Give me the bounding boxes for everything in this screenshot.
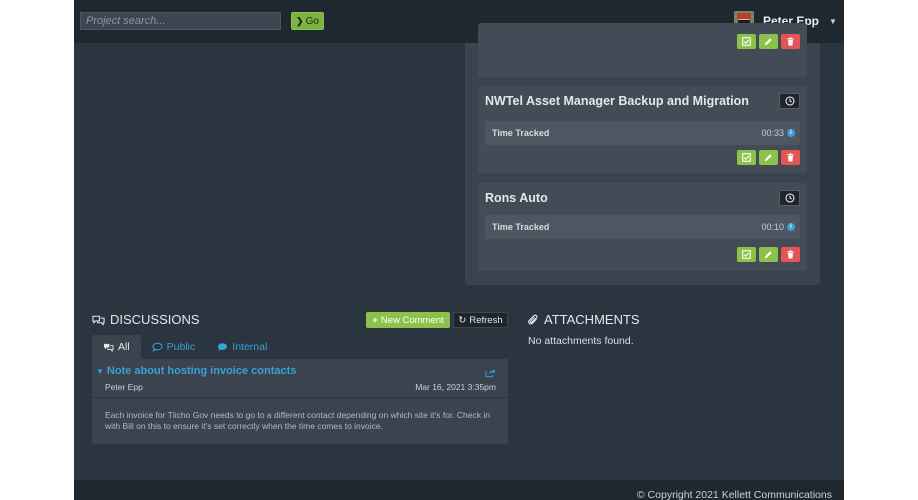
tab-public[interactable]: Public: [141, 335, 207, 359]
pencil-icon: [764, 38, 772, 46]
time-tracked-row: Time Tracked 00:33 i: [485, 121, 800, 145]
note-author: Peter Epp: [105, 382, 143, 392]
comment-outline-icon: [152, 342, 163, 352]
clock-icon: [784, 193, 795, 203]
caret-down-icon: ▼: [829, 16, 837, 26]
tab-all-label: All: [118, 341, 130, 353]
edit-button[interactable]: [759, 150, 778, 165]
checkbox-icon: [742, 250, 751, 259]
trash-icon: [787, 37, 794, 46]
note-body: Each invoice for Tlicho Gov needs to go …: [105, 410, 490, 431]
timer-card: [478, 23, 807, 77]
no-attachments-text: No attachments found.: [528, 335, 634, 347]
attachments-title: ATTACHMENTS: [544, 312, 640, 327]
edit-button[interactable]: [759, 34, 778, 49]
copyright-text: © Copyright 2021 Kellett Communications: [636, 489, 832, 500]
discussions-heading: DISCUSSIONS: [92, 312, 200, 327]
checkbox-icon: [742, 153, 751, 162]
timer-actions: [737, 150, 800, 165]
timer-start-button[interactable]: [779, 93, 800, 109]
new-comment-button[interactable]: + New Comment: [366, 312, 450, 328]
tab-internal[interactable]: Internal: [206, 335, 278, 359]
refresh-button[interactable]: ↻ Refresh: [453, 312, 508, 328]
plus-icon: +: [372, 314, 378, 326]
time-tracked-value: 00:10: [761, 222, 784, 232]
edit-button[interactable]: [759, 247, 778, 262]
chevron-right-icon: ❯: [296, 15, 304, 26]
time-tracked-value: 00:33: [761, 128, 784, 138]
go-button[interactable]: ❯ Go: [291, 12, 324, 30]
clock-icon: [784, 96, 795, 106]
delete-button[interactable]: [781, 247, 800, 262]
footer: © Copyright 2021 Kellett Communications: [74, 480, 844, 500]
discussion-tabs: All Public Internal: [92, 335, 508, 359]
pencil-icon: [764, 154, 772, 162]
share-icon[interactable]: [485, 365, 496, 383]
app-window: ❯ Go Peter Epp ▼: [74, 0, 844, 500]
comments-icon: [92, 315, 105, 326]
time-tracking-panel: NWTel Asset Manager Backup and Migration…: [465, 23, 820, 285]
timer-actions: [737, 247, 800, 262]
info-icon[interactable]: i: [787, 129, 795, 137]
caret-down-icon: ▼: [96, 366, 104, 376]
trash-icon: [787, 250, 794, 259]
discussions-title: DISCUSSIONS: [110, 312, 200, 327]
divider: [92, 397, 508, 398]
refresh-icon: ↻: [458, 314, 467, 326]
timer-start-button[interactable]: [779, 190, 800, 206]
time-tracked-row: Time Tracked 00:10 i: [485, 215, 800, 239]
timer-card: NWTel Asset Manager Backup and Migration…: [478, 86, 807, 173]
go-button-label: Go: [305, 15, 319, 27]
new-comment-label: New Comment: [380, 314, 444, 326]
tab-internal-label: Internal: [232, 341, 268, 353]
complete-button[interactable]: [737, 34, 756, 49]
comments-icon: [104, 343, 114, 352]
paperclip-icon: [528, 314, 538, 325]
timer-title: NWTel Asset Manager Backup and Migration: [485, 94, 749, 108]
time-tracked-label: Time Tracked: [492, 128, 550, 138]
refresh-label: Refresh: [469, 314, 503, 326]
comment-icon: [218, 343, 228, 351]
tab-all[interactable]: All: [92, 335, 141, 359]
pencil-icon: [764, 251, 772, 259]
delete-button[interactable]: [781, 150, 800, 165]
tab-public-label: Public: [166, 341, 196, 353]
attachments-heading: ATTACHMENTS: [528, 312, 640, 327]
timer-card: Rons Auto Time Tracked 00:10 i: [478, 183, 807, 271]
timer-actions: [737, 34, 800, 49]
note-title-link[interactable]: ▼ Note about hosting invoice contacts: [96, 365, 296, 377]
time-tracked-label: Time Tracked: [492, 222, 550, 232]
delete-button[interactable]: [781, 34, 800, 49]
note-date: Mar 16, 2021 3:35pm: [415, 382, 496, 392]
complete-button[interactable]: [737, 150, 756, 165]
discussion-list: ▼ Note about hosting invoice contacts Pe…: [92, 359, 508, 444]
note-title: Note about hosting invoice contacts: [106, 365, 297, 377]
checkbox-icon: [742, 37, 751, 46]
complete-button[interactable]: [737, 247, 756, 262]
info-icon[interactable]: i: [787, 223, 795, 231]
trash-icon: [787, 153, 794, 162]
timer-title: Rons Auto: [485, 191, 548, 205]
project-search-input[interactable]: [80, 12, 281, 30]
